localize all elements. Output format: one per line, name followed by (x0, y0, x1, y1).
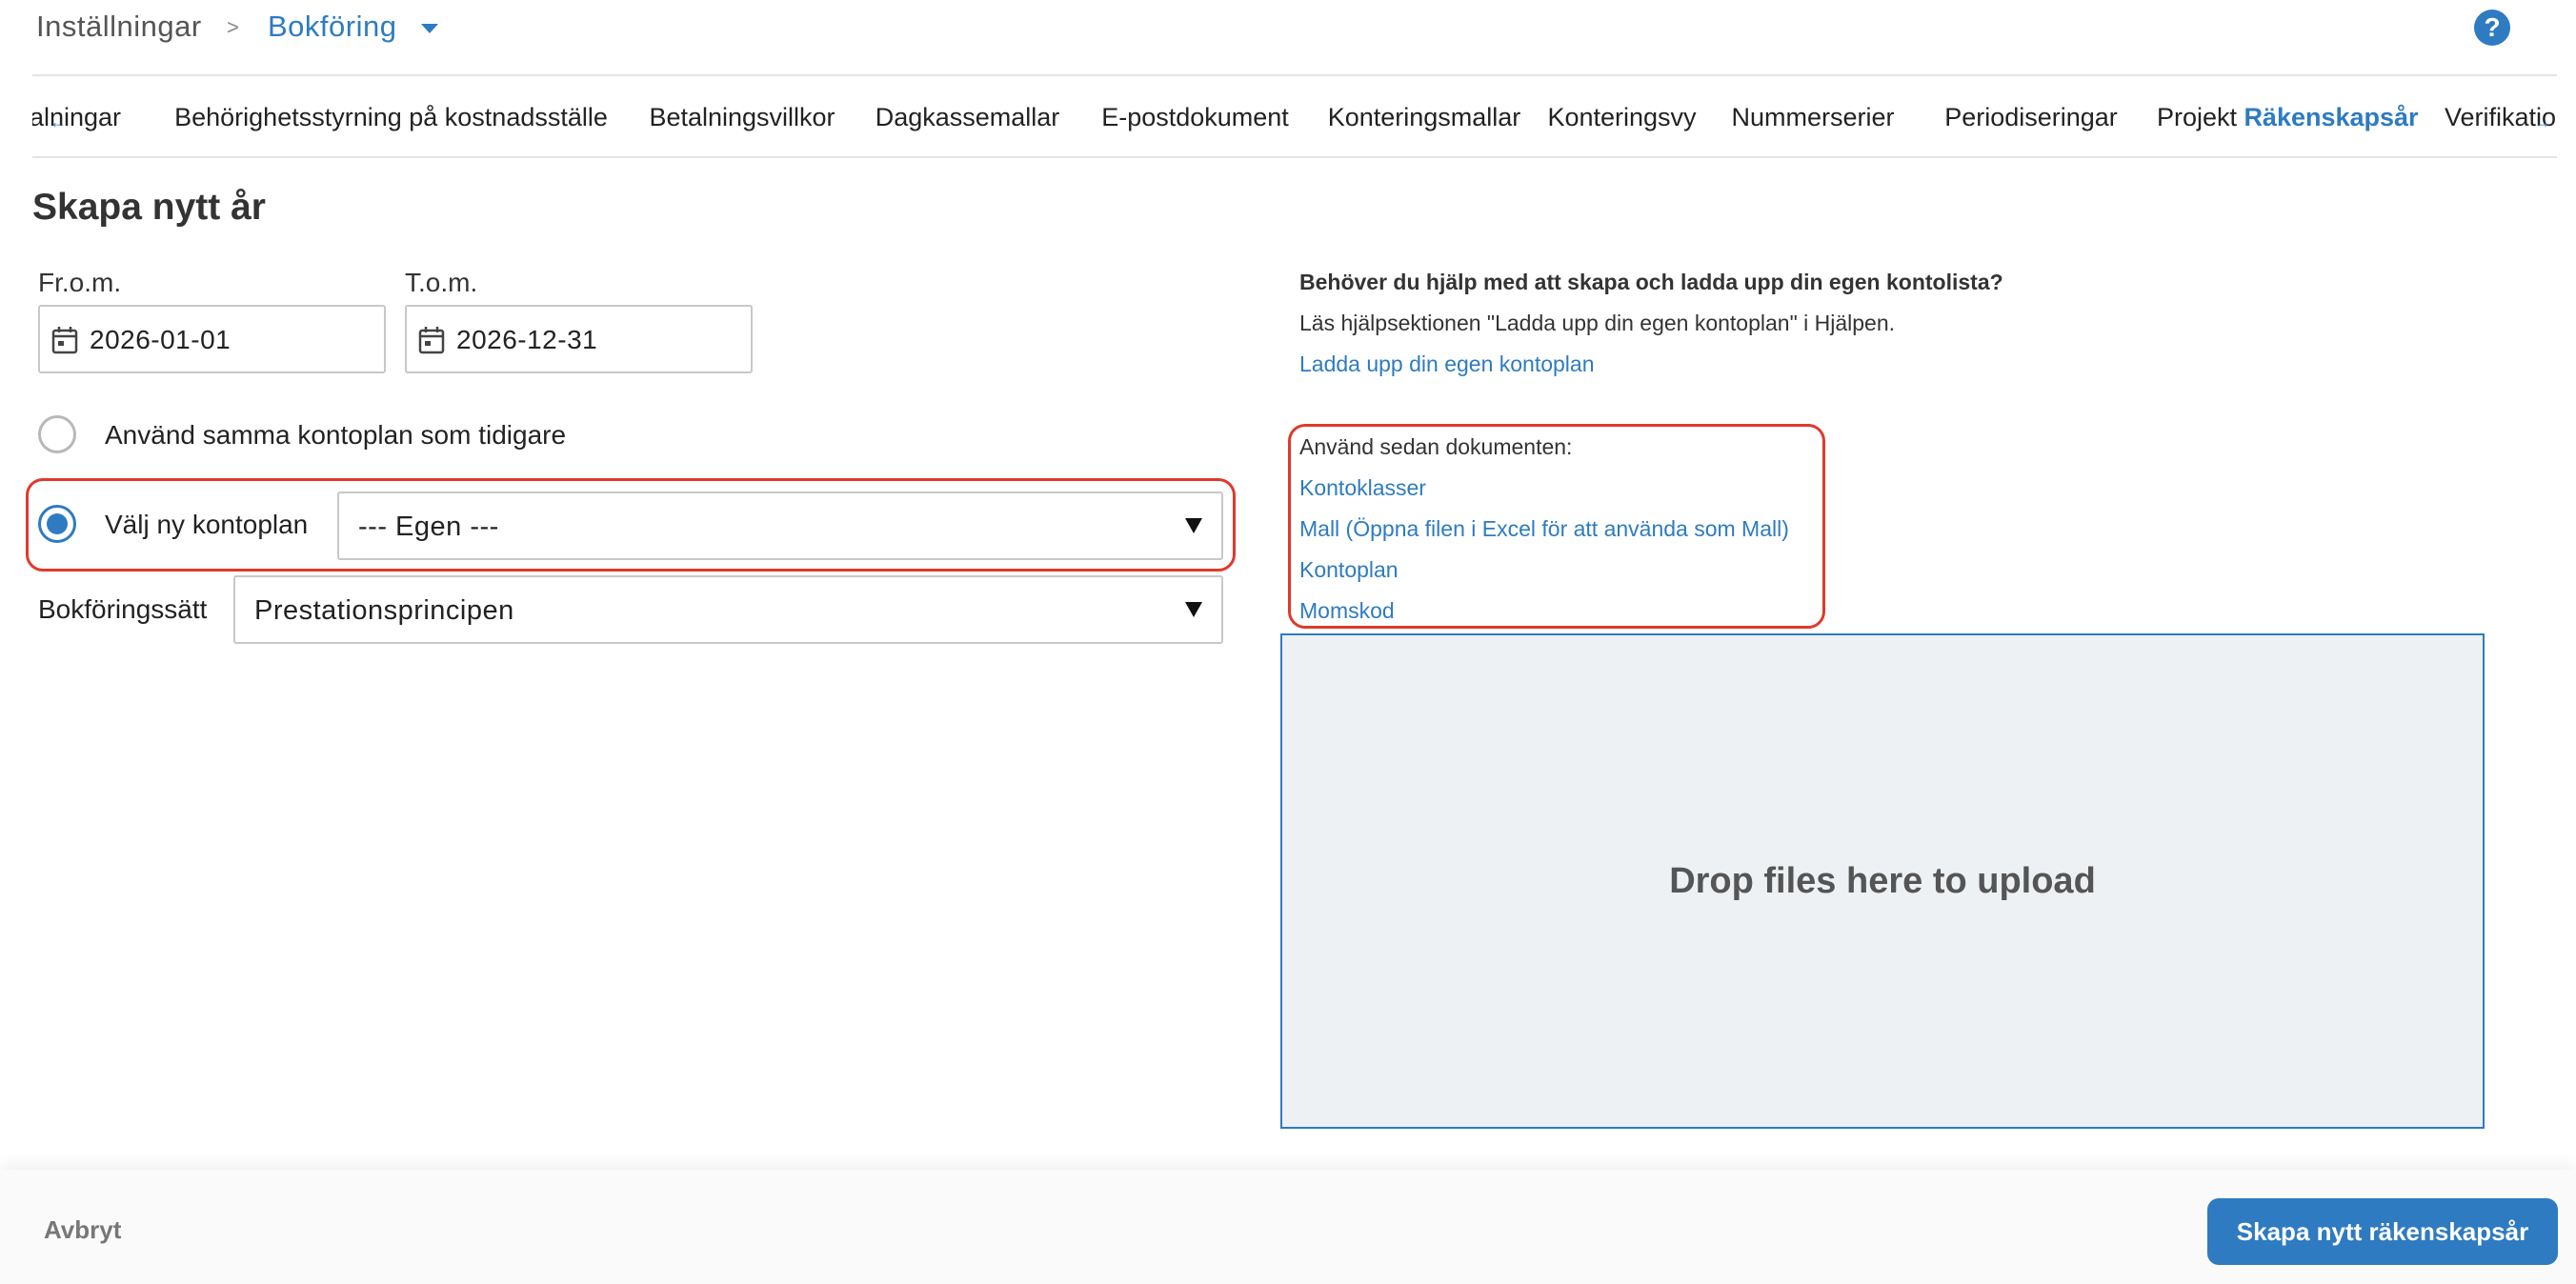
doc-link-mall[interactable]: Mall (Öppna filen i Excel för att använd… (1299, 516, 1789, 542)
breadcrumb-current[interactable]: Bokföring (268, 10, 396, 44)
dropdown-caret-icon (1185, 602, 1202, 617)
bokforingssatt-select[interactable]: Prestationsprincipen (233, 575, 1223, 644)
doc-link-kontoklasser[interactable]: Kontoklasser (1299, 475, 1426, 501)
cancel-button[interactable]: Avbryt (44, 1215, 121, 1245)
upload-kontoplan-link[interactable]: Ladda upp din egen kontoplan (1299, 351, 1595, 377)
tab-7[interactable]: Konteringsvy (1535, 76, 1709, 156)
bokforingssatt-label: Bokföringssätt (38, 594, 208, 624)
doc-link-momskod[interactable]: Momskod (1299, 598, 1395, 624)
help-icon[interactable]: ? (2474, 10, 2510, 46)
tab-3[interactable]: Betalningsvillkor (627, 76, 857, 156)
help-heading: Behöver du hjälp med att skapa och ladda… (1299, 270, 2003, 294)
tab-8[interactable]: Nummerserier (1703, 76, 1922, 156)
page-title: Skapa nytt år (32, 187, 266, 228)
arrow-left-icon[interactable]: ← (50, 112, 67, 132)
help-text: Läs hjälpsektionen "Ladda upp din egen k… (1299, 311, 1896, 335)
from-date-field[interactable]: 2026-01-01 (38, 305, 386, 373)
to-date-value: 2026-12-31 (456, 325, 598, 354)
dropdown-caret-icon (1185, 518, 1202, 533)
radio-same-kontoplan-label[interactable]: Använd samma kontoplan som tidigare (105, 420, 566, 451)
create-fiscal-year-button[interactable]: Skapa nytt räkenskapsår (2207, 1198, 2558, 1265)
arrow-right-icon[interactable]: → (2534, 112, 2551, 132)
file-dropzone[interactable]: Drop files here to upload (1280, 633, 2485, 1129)
breadcrumb-root[interactable]: Inställningar (36, 10, 202, 44)
tab-4[interactable]: Dagkassemallar (855, 76, 1080, 156)
tab-11[interactable]: Räkenskapsår (2231, 76, 2431, 156)
radio-new-kontoplan[interactable] (38, 505, 76, 543)
doc-link-kontoplan[interactable]: Kontoplan (1299, 557, 1399, 583)
tab-6[interactable]: Konteringsmallar (1305, 76, 1543, 156)
breadcrumb-separator: > (227, 15, 239, 39)
kontoplan-select[interactable]: --- Egen --- (337, 492, 1223, 560)
tab-5[interactable]: E-postdokument (1075, 76, 1316, 156)
top-bar: Inställningar > Bokföring ? (0, 0, 2576, 74)
bokforingssatt-select-value: Prestationsprincipen (254, 595, 514, 626)
from-date-value: 2026-01-01 (90, 325, 231, 354)
radio-new-kontoplan-label[interactable]: Välj ny kontoplan (105, 510, 308, 540)
footer-bar: Avbryt Skapa nytt räkenskapsår (0, 1170, 2576, 1284)
kontoplan-select-value: --- Egen --- (358, 512, 499, 542)
calendar-icon (51, 327, 78, 354)
from-date-label: Fr.o.m. (38, 268, 122, 297)
calendar-icon (418, 327, 445, 354)
to-date-label: T.o.m. (405, 268, 478, 297)
tab-9[interactable]: Periodiseringar (1917, 76, 2145, 156)
tab-1[interactable]: alningar (32, 76, 121, 156)
chevron-down-icon[interactable] (421, 24, 438, 33)
to-date-field[interactable]: 2026-12-31 (405, 305, 753, 373)
dropzone-text: Drop files here to upload (1669, 860, 2096, 901)
settings-tabs: alningar Behörighetsstyrning på kostnads… (32, 74, 2557, 158)
radio-same-kontoplan[interactable] (38, 415, 76, 453)
tab-2[interactable]: Behörighetsstyrning på kostnadsställe (154, 76, 628, 156)
docs-intro: Använd sedan dokumenten: (1299, 434, 1573, 459)
